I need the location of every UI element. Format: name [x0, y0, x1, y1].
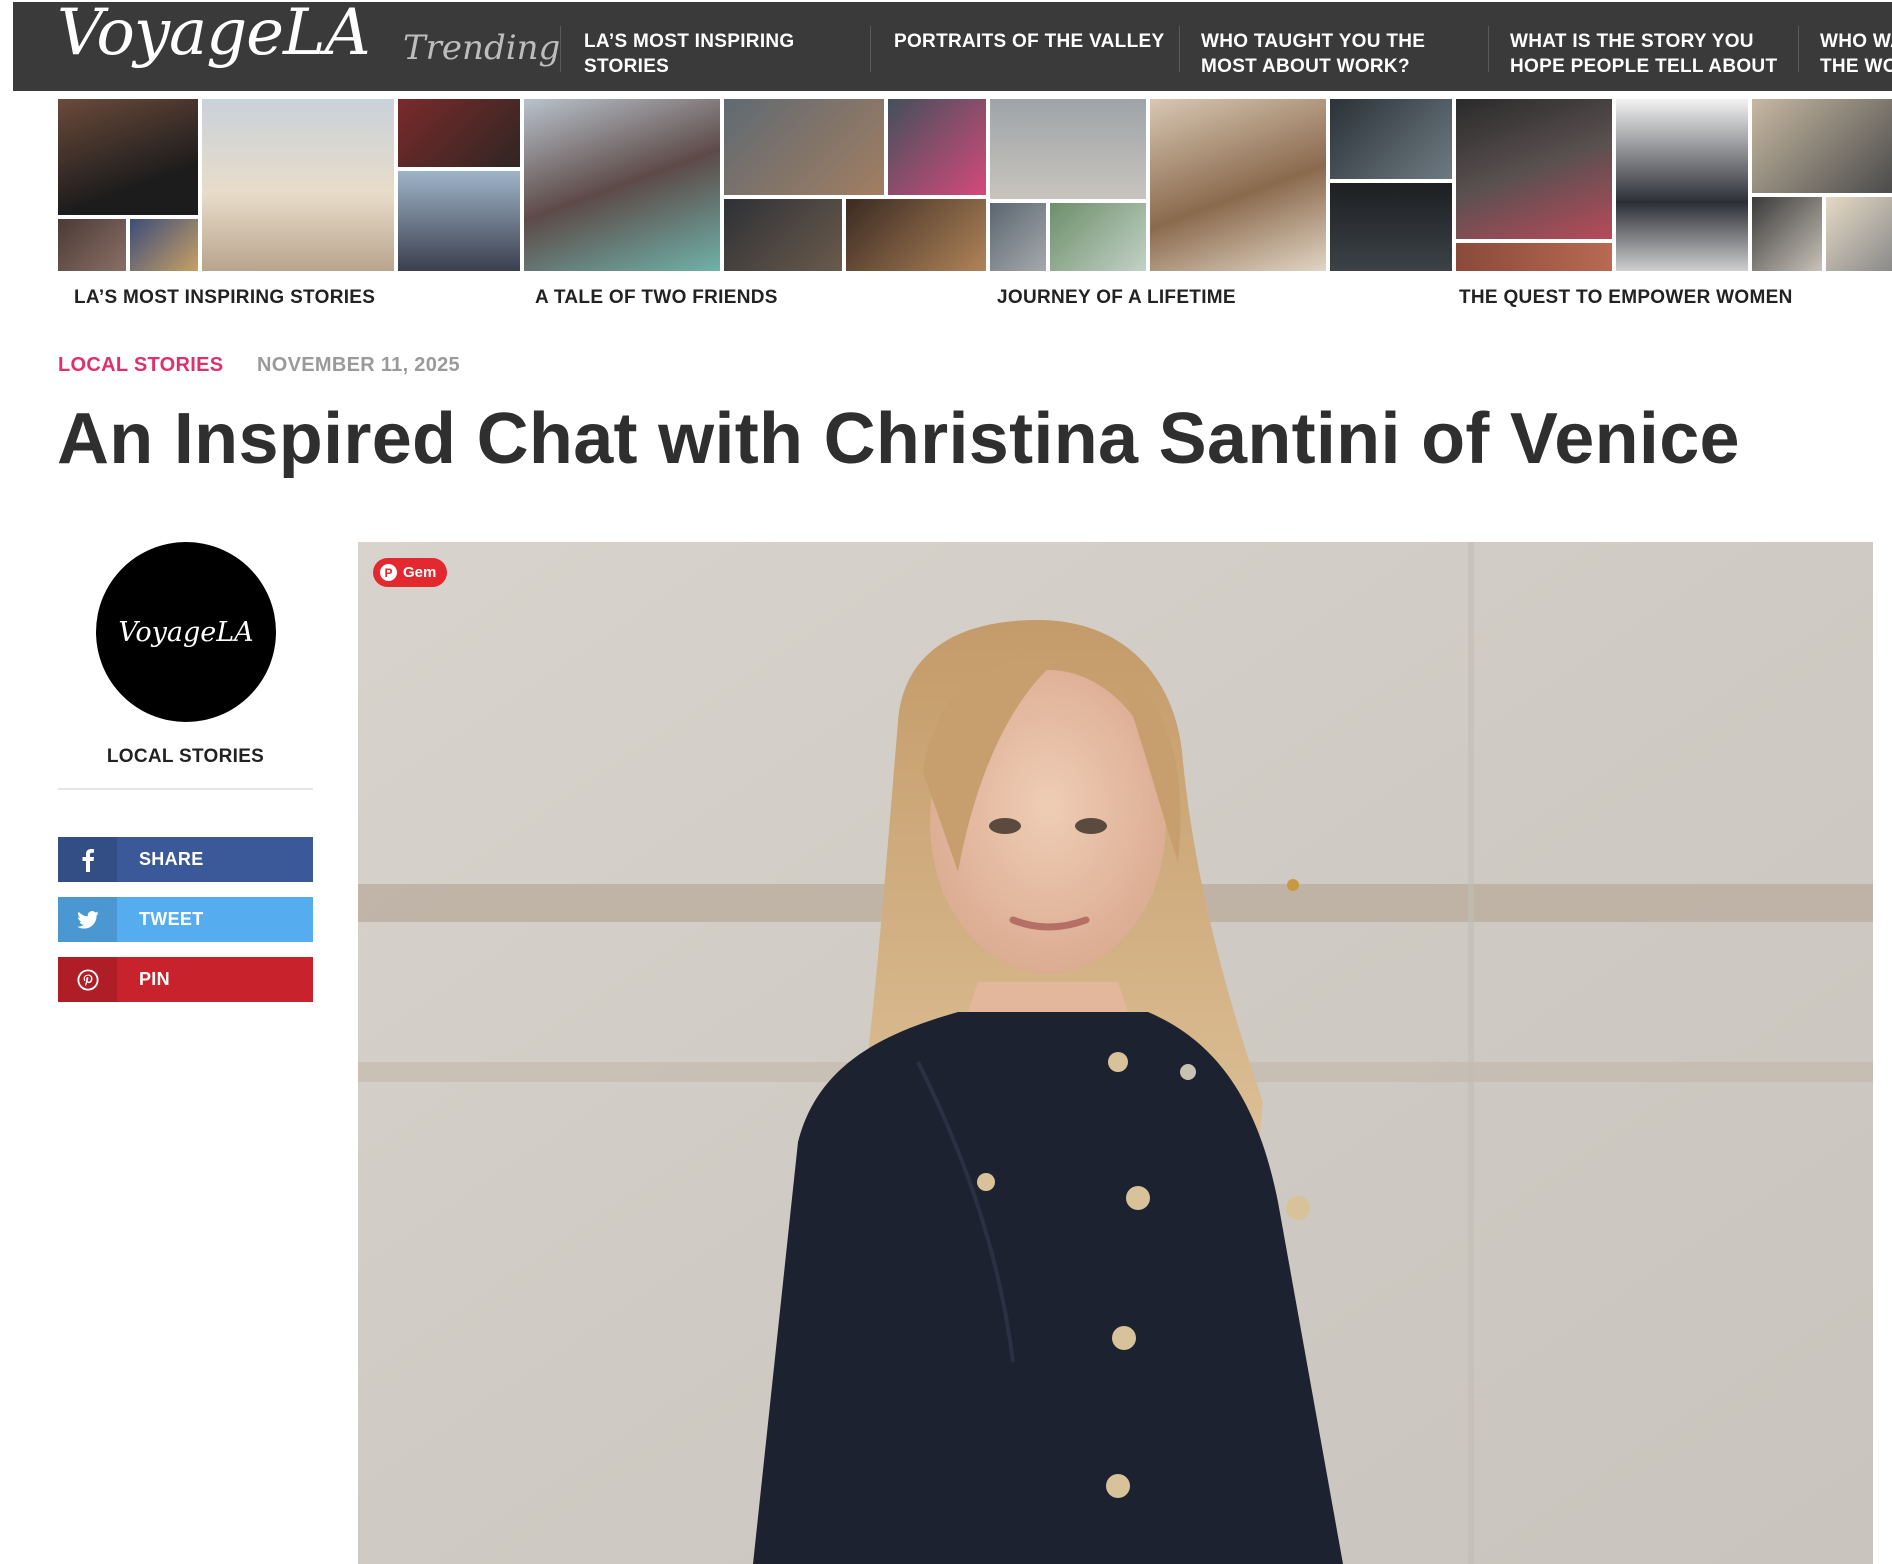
nav-divider: [560, 26, 561, 72]
trending-link-inspiring-stories[interactable]: LA’S MOST INSPIRING STORIES: [584, 29, 824, 79]
facebook-icon: [58, 837, 117, 882]
story-strip: [58, 99, 1892, 276]
pinterest-share-button[interactable]: PIN: [58, 957, 313, 1002]
article-title: An Inspired Chat with Christina Santini …: [57, 399, 1740, 479]
facebook-share-button[interactable]: SHARE: [58, 837, 313, 882]
trending-link-who-was[interactable]: WHO WAS THE WORK: [1820, 29, 1892, 79]
share-label: SHARE: [139, 849, 204, 869]
pinterest-icon: P: [380, 564, 397, 581]
story-title-journey[interactable]: JOURNEY OF A LIFETIME: [997, 287, 1236, 309]
nav-divider: [1488, 26, 1489, 72]
article-category-link[interactable]: LOCAL STORIES: [58, 354, 223, 377]
tweet-label: TWEET: [139, 909, 204, 929]
trending-label: Trending: [403, 28, 561, 68]
twitter-icon: [58, 897, 117, 942]
nav-divider: [870, 26, 871, 72]
avatar-logo-text: VoyageLA: [118, 616, 254, 648]
nav-divider: [1798, 26, 1799, 72]
nav-divider: [1179, 26, 1180, 72]
author-avatar[interactable]: VoyageLA: [96, 542, 276, 722]
twitter-share-button[interactable]: TWEET: [58, 897, 313, 942]
pinterest-icon: [58, 957, 117, 1002]
story-title-empower-women[interactable]: THE QUEST TO EMPOWER WOMEN: [1459, 287, 1793, 309]
trending-link-portraits-valley[interactable]: PORTRAITS OF THE VALLEY: [894, 29, 1194, 54]
article-hero-image: [358, 542, 1873, 1564]
site-logo[interactable]: VoyageLA: [57, 2, 371, 70]
story-title-inspiring[interactable]: LA’S MOST INSPIRING STORIES: [74, 287, 375, 309]
pinterest-save-button[interactable]: P Gem: [373, 558, 448, 587]
sidebar-category[interactable]: LOCAL STORIES: [58, 746, 313, 768]
sidebar-divider: [58, 788, 313, 790]
trending-link-who-taught-you[interactable]: WHO TAUGHT YOU THE MOST ABOUT WORK?: [1201, 29, 1471, 79]
save-label: Gem: [403, 564, 437, 581]
article-date: NOVEMBER 11, 2025: [257, 354, 460, 376]
top-nav-bar: VoyageLA Trending LA’S MOST INSPIRING ST…: [13, 2, 1892, 91]
story-title-two-friends[interactable]: A TALE OF TWO FRIENDS: [535, 287, 778, 309]
pin-label: PIN: [139, 969, 170, 989]
trending-link-story-you-hope[interactable]: WHAT IS THE STORY YOU HOPE PEOPLE TELL A…: [1510, 29, 1800, 79]
portrait-photo: [358, 542, 1873, 1564]
